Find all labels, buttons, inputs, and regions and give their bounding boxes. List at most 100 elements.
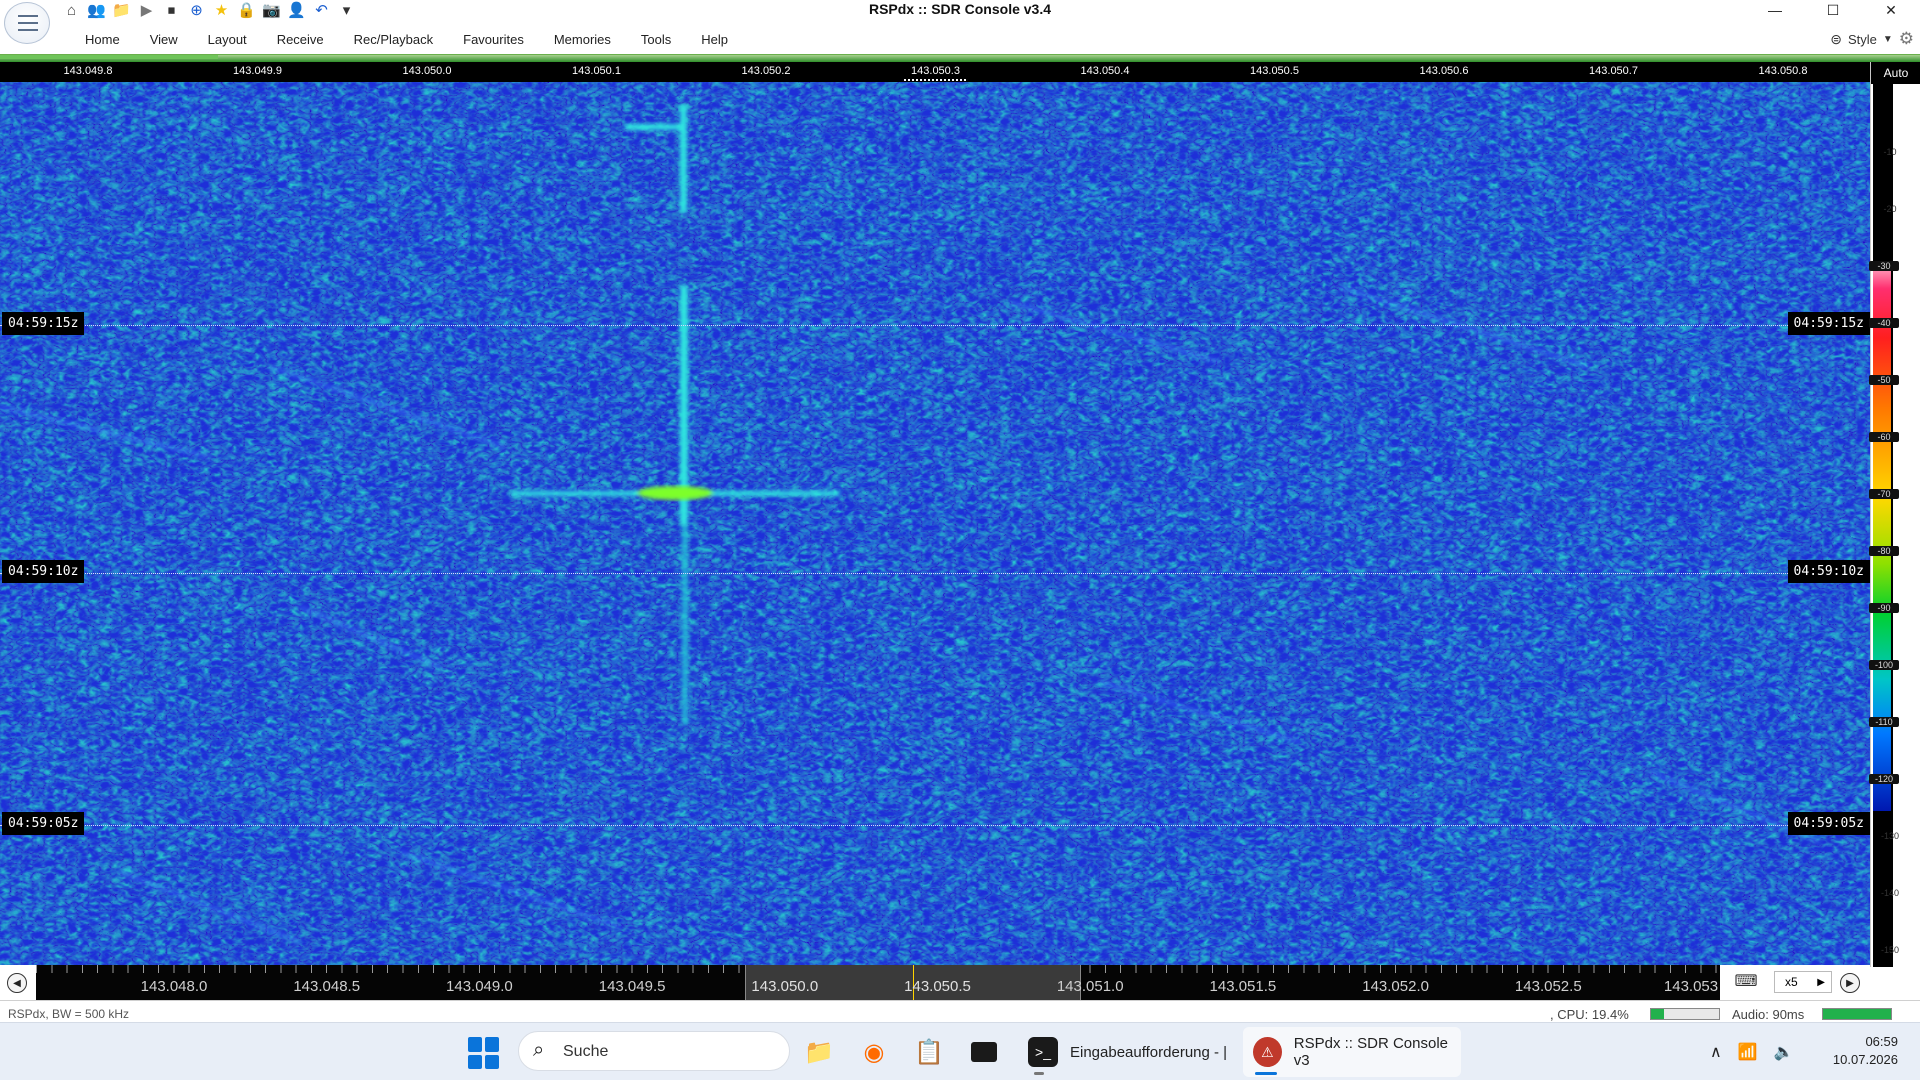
bottom-ruler-label: 143.049.5 [598, 978, 666, 995]
speaker-icon[interactable]: 🔈 [1774, 1042, 1794, 1062]
signal-level-strip [0, 54, 1920, 62]
bottom-ruler-label: 143.053 [1663, 978, 1719, 995]
taskbar-app-command-prompt[interactable]: >_ Eingabeaufforderung - | [1018, 1027, 1238, 1077]
menu-item-help[interactable]: Help [686, 32, 743, 47]
db-scale-label: -80 [1869, 546, 1899, 556]
status-device-text: RSPdx, BW = 500 kHz [8, 1007, 130, 1021]
cpu-usage-text: , CPU: 19.4% [1550, 1007, 1629, 1022]
chevron-right-icon: ▶ [1817, 976, 1825, 988]
zoom-selector[interactable]: x5 ▶ [1774, 971, 1832, 993]
top-ruler-label: 143.050.4 [1080, 65, 1130, 77]
menu-item-memories[interactable]: Memories [539, 32, 626, 47]
db-scale-label: -30 [1869, 261, 1899, 271]
db-scale-label: -10 [1883, 147, 1897, 157]
db-scale-label: -110 [1869, 717, 1899, 727]
time-marker-line [0, 325, 1870, 326]
chevron-up-icon[interactable]: ∧ [1710, 1042, 1722, 1062]
bottom-ruler-label: 143.052.0 [1362, 978, 1429, 995]
menu-item-rec-playback[interactable]: Rec/Playback [339, 32, 448, 47]
bottom-ruler-label: 143.050.5 [904, 978, 971, 995]
top-ruler-label: 143.050.8 [1758, 65, 1808, 77]
bottom-ruler-label: 143.051.0 [1056, 978, 1124, 995]
start-button[interactable] [468, 1037, 500, 1069]
bottom-ruler-label: 143.048.0 [140, 978, 208, 995]
search-placeholder: Suche [563, 1043, 609, 1060]
search-icon: ⌕ [533, 1039, 545, 1061]
db-scale-label: -50 [1869, 375, 1899, 385]
top-ruler-label: 143.050.1 [572, 65, 621, 77]
maximize-button[interactable]: ☐ [1804, 0, 1862, 20]
firefox-icon[interactable]: ◉ [857, 1035, 891, 1069]
auto-scale-button[interactable]: Auto [1871, 62, 1920, 84]
minimize-button[interactable]: — [1746, 0, 1804, 20]
window-title: RSPdx :: SDR Console v3.4 [868, 1, 1052, 17]
db-scale-label: -120 [1869, 774, 1899, 784]
menu-item-receive[interactable]: Receive [262, 32, 339, 47]
bottom-frequency-ruler: ◀ 143.048.0 143.048.5 143.049.0 143.049.5 14… [0, 965, 1870, 1000]
bottom-ruler-label: 143.048.5 [293, 978, 361, 995]
top-ruler-label: 143.050.3 [911, 65, 960, 77]
chevron-down-icon[interactable]: ▼ [1883, 34, 1893, 45]
db-gradient [1873, 261, 1891, 811]
time-marker-label-right: 04:59:10z [1787, 560, 1870, 583]
time-marker-label-right: 04:59:05z [1787, 812, 1870, 835]
menu-items: Home View Layout Receive Rec/Playback Favouri… [70, 32, 743, 47]
title-bar: ⌂ 👥 📁 ▶ ⏹ ⊕ ★ 🔒 📷 👤 ↶ ▾ RSPdx :: SDR Console v3.4 —… [0, 0, 1920, 44]
menu-item-view[interactable]: View [135, 32, 193, 47]
windows-taskbar: ⌕ Suche 📁 ◉ 📋 >_ Eingabeaufforderung - |… [0, 1022, 1920, 1080]
bottom-ruler-label: 143.051.5 [1209, 978, 1277, 995]
file-explorer-icon[interactable]: 📁 [802, 1035, 836, 1069]
menu-item-layout[interactable]: Layout [193, 32, 262, 47]
window-controls: — ☐ ✕ [1746, 0, 1920, 20]
waterfall-noise [0, 82, 1870, 965]
sdr-console-icon: ⚠ [1253, 1037, 1282, 1067]
bottom-ruler-label: 143.050.0 [751, 978, 819, 995]
command-prompt-icon: >_ [1028, 1037, 1058, 1067]
db-scale-label: -150 [1880, 945, 1899, 955]
time-marker-line [0, 825, 1870, 826]
close-button[interactable]: ✕ [1862, 0, 1920, 20]
audio-level-bar [1822, 1008, 1892, 1020]
top-ruler-label: 143.049.8 [63, 65, 113, 77]
top-ruler-label: 143.049.9 [233, 65, 282, 77]
center-frequency-marker [904, 79, 966, 81]
style-icon[interactable]: ⊜ [1830, 31, 1842, 48]
menubar-right: ⊜ Style ▼ ⚙ [1830, 29, 1914, 49]
keyboard-icon[interactable]: ⌨ [1734, 973, 1758, 991]
db-scale-label: -40 [1869, 318, 1899, 328]
zoom-value: x5 [1785, 975, 1798, 989]
menu-bar: Home View Layout Receive Rec/Playback Favouri… [0, 27, 1920, 53]
terminal-icon[interactable] [967, 1035, 1001, 1069]
top-ruler-label: 143.050.5 [1250, 65, 1299, 77]
db-scale-label: -20 [1883, 204, 1897, 214]
waterfall-display[interactable]: 04:59:15z 04:59:15z 04:59:10z 04:59:10z 04:5… [0, 82, 1870, 965]
time-marker-label-right: 04:59:15z [1787, 312, 1870, 335]
taskbar-app-label: RSPdx :: SDR Console v3 [1293, 1035, 1449, 1069]
time-marker-label-left: 04:59:15z [2, 312, 85, 335]
menu-item-home[interactable]: Home [70, 32, 135, 47]
top-ruler-label: 143.050.7 [1589, 65, 1638, 77]
taskbar-search[interactable]: ⌕ Suche [518, 1031, 790, 1071]
gear-icon[interactable]: ⚙ [1899, 29, 1914, 49]
scroll-right-button[interactable]: ▶ [1840, 973, 1860, 993]
notepad-icon[interactable]: 📋 [912, 1035, 946, 1069]
menu-item-favourites[interactable]: Favourites [448, 32, 539, 47]
db-scale-label: -130 [1880, 831, 1899, 841]
taskbar-app-sdr-console[interactable]: ⚠ RSPdx :: SDR Console v3 [1243, 1027, 1461, 1077]
frequency-track[interactable]: 143.048.0 143.048.5 143.049.0 143.049.5 143.… [36, 965, 1720, 1000]
db-scale-label: -70 [1869, 489, 1899, 499]
wifi-icon[interactable]: 📶 [1738, 1042, 1758, 1062]
bottom-ruler-label: 143.049.0 [446, 978, 513, 995]
taskbar-clock[interactable]: 06:59 10.07.2026 [1833, 1033, 1898, 1069]
scroll-left-button[interactable]: ◀ [7, 973, 27, 993]
top-ruler-label: 143.050.0 [402, 65, 452, 77]
db-scale-label: -90 [1869, 603, 1899, 613]
menu-item-tools[interactable]: Tools [626, 32, 686, 47]
top-frequency-ruler[interactable]: 143.049.8 143.049.9 143.050.0 143.050.1 143.… [0, 62, 1870, 82]
db-scale[interactable]: Auto -10 -20 -30 -40 -50 -60 -70 -80 -90 -100 -110… [1869, 62, 1920, 967]
style-menu[interactable]: Style [1848, 32, 1877, 47]
clock-time: 06:59 [1865, 1034, 1898, 1049]
time-marker-label-left: 04:59:10z [2, 560, 85, 583]
clock-date: 10.07.2026 [1832, 1052, 1898, 1067]
taskbar-app-label: Eingabeaufforderung - | [1070, 1043, 1228, 1061]
